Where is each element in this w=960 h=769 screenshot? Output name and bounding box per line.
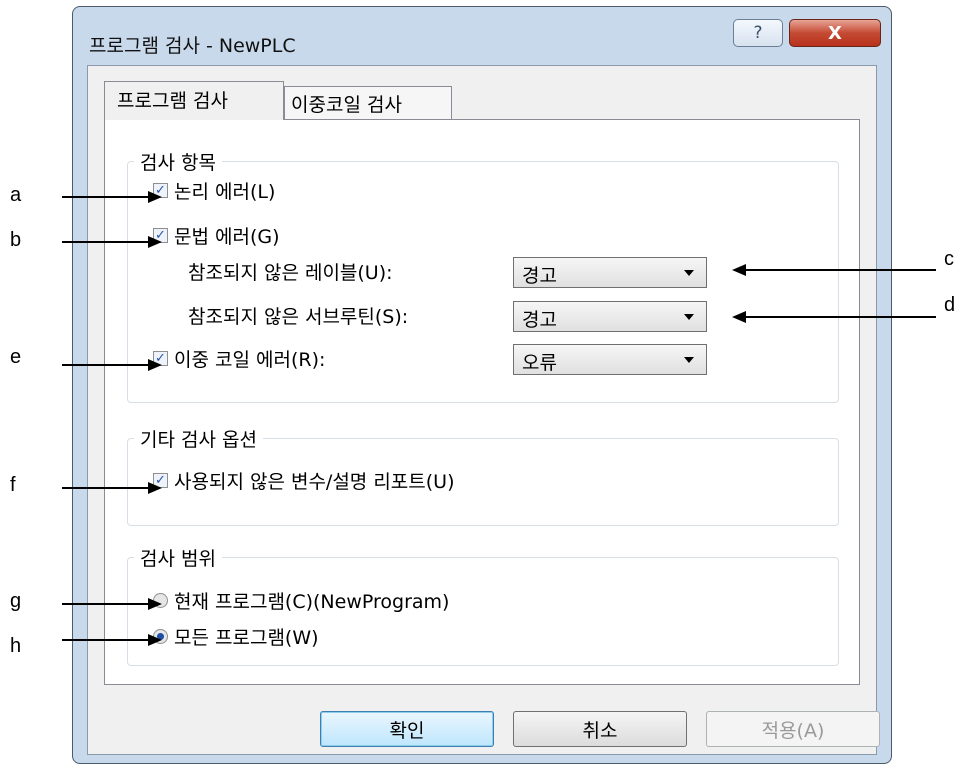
checkbox-label: 논리 에러(L) [174, 181, 276, 203]
unref-label-label: 참조되지 않은 레이블(U): [188, 262, 393, 284]
cancel-button[interactable]: 취소 [513, 711, 687, 747]
tab-program-check[interactable]: 프로그램 검사 [104, 81, 284, 120]
annotation-arrow-b [62, 241, 152, 243]
apply-button[interactable]: 적용(A) [706, 711, 880, 747]
annotation-arrow-d [742, 316, 936, 318]
logic-error-checkbox[interactable]: ✓ 논리 에러(L) [153, 177, 275, 204]
title-bar[interactable]: 프로그램 검사 - NewPLC ? X [73, 7, 891, 65]
annotation-d: d [944, 294, 956, 316]
tab-label: 이중코일 검사 [291, 94, 402, 116]
double-coil-select[interactable]: 오류 [513, 344, 707, 375]
unused-report-checkbox[interactable]: ✓ 사용되지 않은 변수/설명 리포트(U) [153, 467, 455, 494]
current-program-radio[interactable]: 현재 프로그램(C)(NewProgram) [153, 587, 449, 614]
tab-double-coil-check[interactable]: 이중코일 검사 [284, 86, 452, 119]
scope-group: 검사 범위 현재 프로그램(C)(NewProgram) 모든 프로그램(W) [127, 544, 839, 666]
help-button[interactable]: ? [733, 19, 783, 47]
dialog-client-area: 프로그램 검사 이중코일 검사 검사 항목 ✓ 논리 에러(L) ✓ 문법 에러… [87, 65, 880, 755]
annotation-arrow-c [742, 269, 936, 271]
radio-label: 현재 프로그램(C)(NewProgram) [174, 591, 450, 613]
radio-label: 모든 프로그램(W) [174, 627, 319, 649]
arrowhead-icon [148, 482, 162, 494]
checkbox-label: 이중 코일 에러(R): [174, 349, 326, 371]
dialog-window: 프로그램 검사 - NewPLC ? X 프로그램 검사 이중코일 검사 검사 … [72, 6, 892, 764]
syntax-error-checkbox[interactable]: ✓ 문법 에러(G) [153, 222, 280, 249]
annotation-arrow-f [62, 487, 152, 489]
group-label: 검사 범위 [134, 544, 222, 571]
arrowhead-icon [148, 598, 162, 610]
annotation-b: b [10, 229, 22, 251]
window-title: 프로그램 검사 - NewPLC [89, 35, 296, 57]
tab-label: 프로그램 검사 [117, 90, 228, 112]
tab-panel: 검사 항목 ✓ 논리 에러(L) ✓ 문법 에러(G) 참조되지 않은 레이블(… [104, 119, 860, 685]
double-coil-checkbox[interactable]: ✓ 이중 코일 에러(R): [153, 345, 325, 372]
annotation-a: a [10, 184, 22, 206]
chevron-down-icon [684, 314, 694, 320]
checkbox-label: 문법 에러(G) [174, 226, 280, 248]
arrowhead-icon [148, 236, 162, 248]
annotation-f: f [10, 474, 16, 496]
unref-subroutine-select[interactable]: 경고 [513, 301, 707, 332]
annotation-c: c [944, 248, 954, 270]
select-value: 경고 [522, 265, 557, 287]
annotation-e: e [10, 346, 22, 368]
other-options-group: 기타 검사 옵션 ✓ 사용되지 않은 변수/설명 리포트(U) [127, 425, 839, 526]
inspect-items-group: 검사 항목 ✓ 논리 에러(L) ✓ 문법 에러(G) 참조되지 않은 레이블(… [127, 148, 839, 403]
annotation-h: h [10, 635, 22, 657]
group-label: 기타 검사 옵션 [134, 425, 263, 452]
arrowhead-icon [148, 191, 162, 203]
button-label: 취소 [582, 719, 618, 742]
unref-subroutine-label: 참조되지 않은 서브루틴(S): [188, 306, 409, 328]
select-value: 오류 [522, 352, 557, 374]
chevron-down-icon [684, 270, 694, 276]
unref-label-select[interactable]: 경고 [513, 257, 707, 288]
annotation-arrow-h [62, 639, 152, 641]
chevron-down-icon [684, 357, 694, 363]
annotation-arrow-a [62, 196, 152, 198]
button-label: 확인 [389, 719, 425, 742]
close-icon: X [828, 22, 842, 44]
button-label: 적용(A) [761, 719, 825, 742]
select-value: 경고 [522, 309, 557, 331]
close-button[interactable]: X [789, 19, 881, 47]
ok-button[interactable]: 확인 [320, 711, 494, 747]
annotation-g: g [10, 590, 22, 612]
checkbox-label: 사용되지 않은 변수/설명 리포트(U) [174, 471, 455, 493]
annotation-arrow-e [62, 364, 152, 366]
help-icon: ? [753, 23, 763, 43]
arrowhead-icon [148, 634, 162, 646]
annotation-arrow-g [62, 603, 152, 605]
arrowhead-icon [148, 359, 162, 371]
group-label: 검사 항목 [134, 148, 222, 175]
all-programs-radio[interactable]: 모든 프로그램(W) [153, 623, 319, 650]
